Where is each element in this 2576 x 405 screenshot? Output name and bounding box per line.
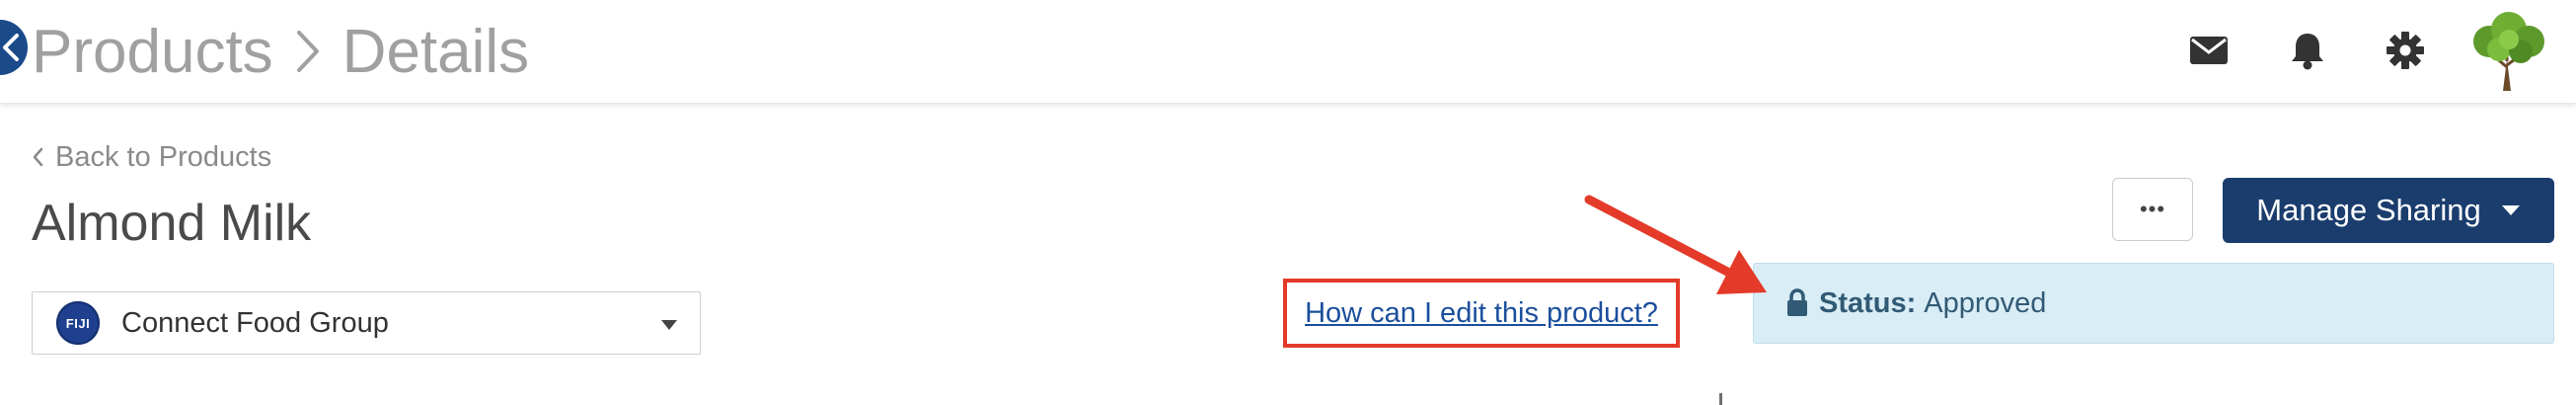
breadcrumb: Products Details (32, 12, 529, 91)
company-logo: FIJI (56, 301, 100, 345)
breadcrumb-details: Details (341, 17, 530, 86)
help-edit-product-link[interactable]: How can I edit this product? (1305, 297, 1658, 330)
breadcrumb-products[interactable]: Products (32, 17, 273, 87)
chevron-left-icon (3, 34, 19, 61)
bell-icon[interactable] (2288, 30, 2327, 71)
status-value: Approved (1924, 286, 2047, 319)
status-banner: Status: Approved (1753, 263, 2554, 344)
chevron-right-icon (295, 29, 321, 74)
caret-down-icon (2501, 204, 2521, 216)
status-label: Status: (1819, 286, 1917, 319)
company-select-value: Connect Food Group (121, 306, 389, 339)
mail-icon[interactable] (2189, 34, 2229, 67)
help-link-highlight: How can I edit this product? (1283, 279, 1680, 348)
manage-sharing-label: Manage Sharing (2256, 193, 2481, 227)
tree-avatar[interactable] (2463, 10, 2550, 93)
gear-icon[interactable] (2385, 30, 2426, 71)
more-options-button[interactable]: ••• (2112, 178, 2193, 241)
ellipsis-icon: ••• (2139, 197, 2166, 221)
product-title: Almond Milk (32, 195, 312, 252)
manage-sharing-button[interactable]: Manage Sharing (2223, 178, 2554, 243)
divider (1719, 393, 1722, 405)
top-bar: Products Details (0, 0, 2576, 104)
chevron-left-icon (32, 147, 43, 167)
lock-icon (1785, 288, 1809, 318)
company-select[interactable]: FIJI Connect Food Group (32, 291, 701, 355)
back-link-label: Back to Products (55, 140, 272, 173)
back-to-products-link[interactable]: Back to Products (32, 138, 271, 176)
sidebar-collapse-button[interactable] (0, 20, 28, 75)
caret-down-icon (660, 318, 678, 336)
